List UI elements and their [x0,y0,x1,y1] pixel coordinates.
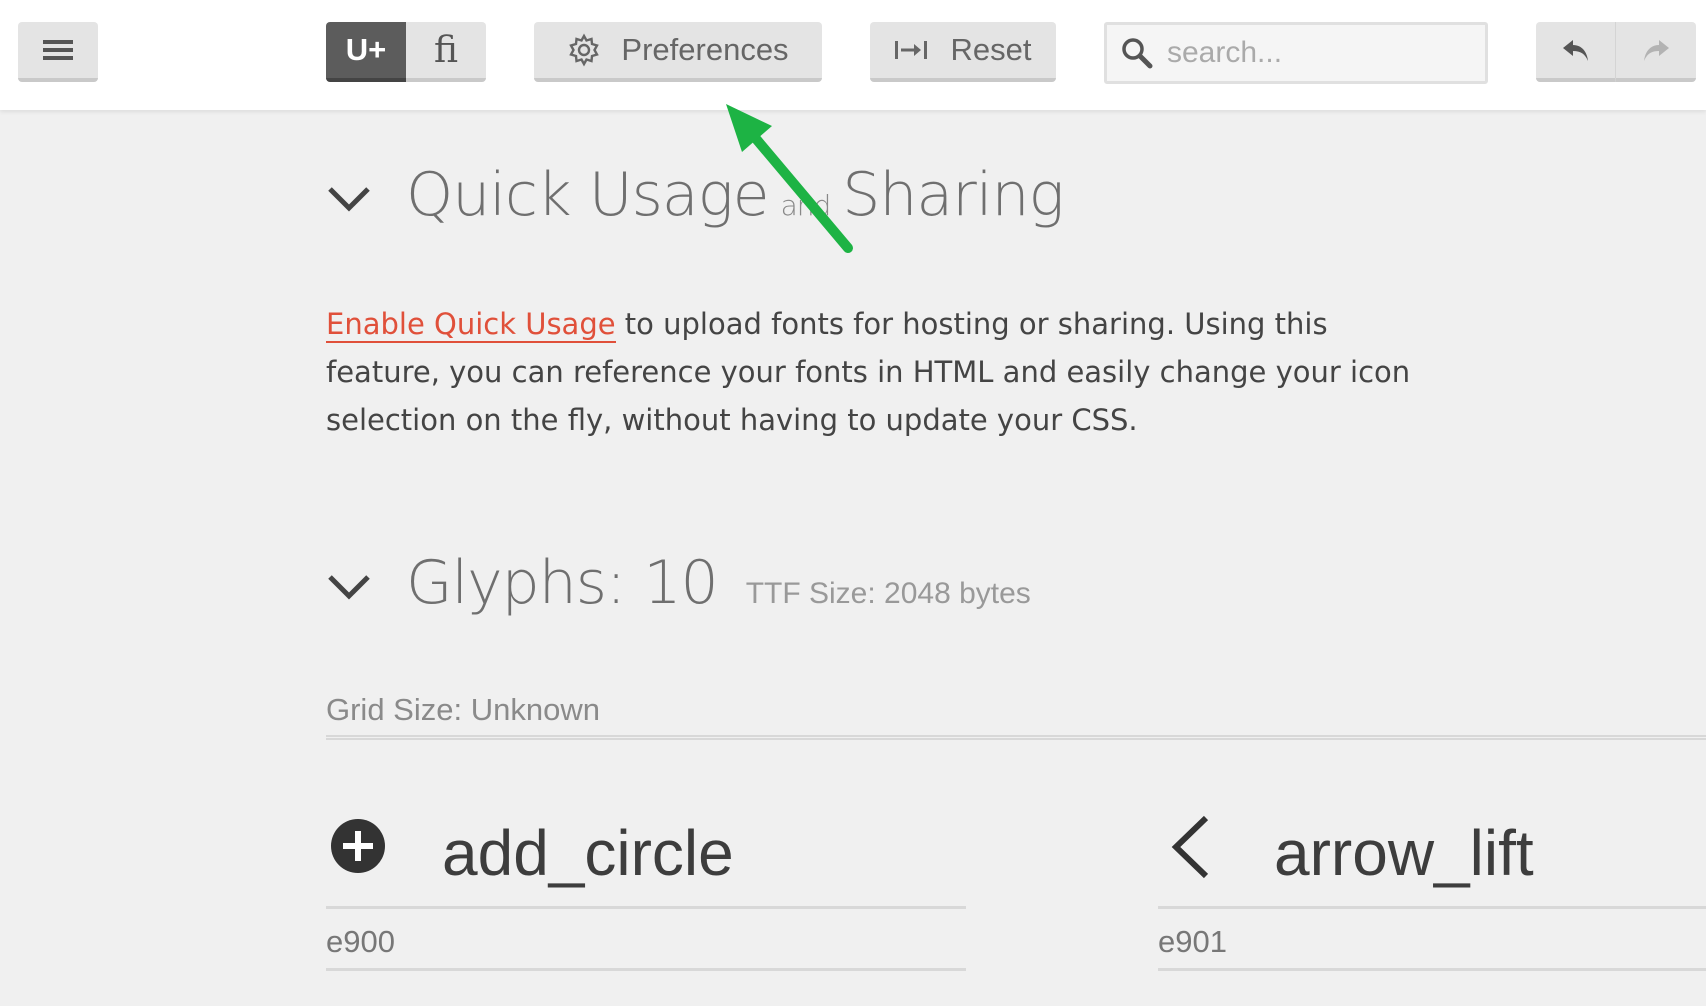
ttf-size: TTF Size: 2048 bytes [745,577,1031,610]
undo-icon [1562,40,1588,61]
enable-quick-usage-link[interactable]: Enable Quick Usage [326,307,616,343]
glyph-divider [1158,968,1706,971]
search-input[interactable] [1167,36,1467,70]
add-circle-icon[interactable] [330,818,386,874]
reset-label: Reset [950,32,1032,67]
unicode-toggle-button[interactable]: U+ [326,22,406,82]
collapse-glyphs-chevron-icon[interactable] [326,572,372,602]
glyph-code-e900[interactable]: e900 [326,924,395,960]
redo-button[interactable] [1616,22,1696,82]
ligature-toggle-label: ﬁ [433,29,458,71]
undo-button[interactable] [1536,22,1616,82]
redo-icon [1644,40,1669,61]
collapse-quick-usage-chevron-icon[interactable] [326,184,372,214]
glyph-count: Glyphs: 10 [406,548,719,618]
divider [326,735,1706,740]
hamburger-menu-icon [43,40,73,60]
unicode-toggle-label: U+ [345,32,387,67]
glyph-name-arrow-lift[interactable]: arrow_lift [1274,816,1534,890]
glyph-divider [326,906,966,909]
chevron-left-icon[interactable] [1168,814,1212,880]
preferences-label: Preferences [621,32,789,67]
glyph-code-e901[interactable]: e901 [1158,924,1227,960]
toolbar: U+ ﬁ Preferences Reset [0,0,1706,110]
preferences-button[interactable]: Preferences [534,22,822,82]
glyph-divider [1158,906,1706,909]
glyph-divider [326,968,966,971]
quick-usage-title-and: and [780,189,832,222]
glyph-name-add-circle[interactable]: add_circle [442,816,734,890]
glyphs-title: Glyphs: 10 TTF Size: 2048 bytes [406,548,1031,618]
quick-usage-title-part2: Sharing [842,160,1064,230]
quick-usage-description: Enable Quick Usage to upload fonts for h… [326,300,1446,444]
search-box [1104,22,1488,84]
search-icon [1122,38,1153,69]
arrow-to-bar-icon [894,41,927,59]
ligature-toggle-button[interactable]: ﬁ [406,22,486,82]
grid-size: Grid Size: Unknown [326,692,600,727]
reset-button[interactable]: Reset [870,22,1056,82]
menu-button[interactable] [18,22,98,82]
quick-usage-title-part1: Quick Usage [406,160,770,230]
gear-icon [569,33,600,67]
quick-usage-title: Quick Usage and Sharing [406,160,1065,230]
